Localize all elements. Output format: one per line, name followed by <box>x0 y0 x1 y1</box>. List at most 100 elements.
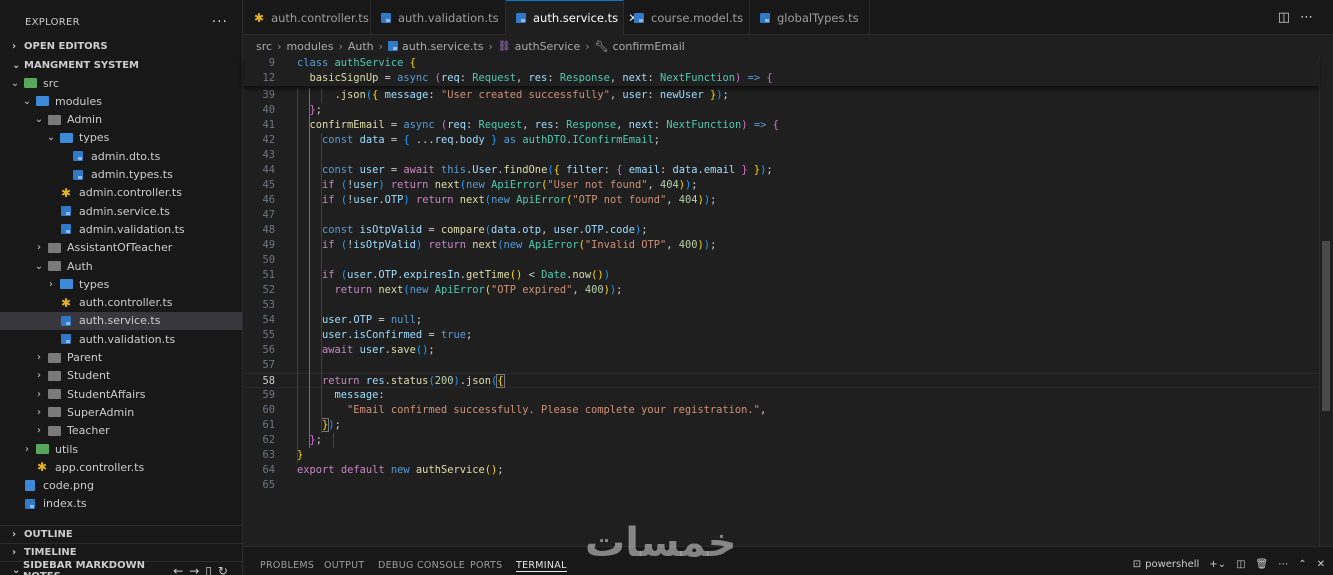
bottom-panel: PROBLEMS OUTPUT DEBUG CONSOLE PORTS TERM… <box>244 546 1333 575</box>
tab-terminal[interactable]: TERMINAL <box>516 560 567 572</box>
tree-item[interactable]: ✱ app.controller.ts <box>0 458 242 476</box>
tree-item[interactable]: admin.validation.ts <box>0 220 242 238</box>
tree-item[interactable]: ⌄ types <box>0 129 242 147</box>
code-line[interactable]: 39 .json({ message: "User created succes… <box>244 88 1319 103</box>
code-line[interactable]: 65 <box>244 478 1319 493</box>
code-line[interactable]: 47 <box>244 208 1319 223</box>
tree-item[interactable]: › Parent <box>0 349 242 367</box>
tab-debug-console[interactable]: DEBUG CONSOLE <box>378 560 465 571</box>
tab-ports[interactable]: PORTS <box>470 560 502 571</box>
tree-item[interactable]: ✱ admin.controller.ts <box>0 184 242 202</box>
code-line[interactable]: 50 <box>244 253 1319 268</box>
typescript-file-icon <box>516 13 526 23</box>
code-line[interactable]: 57 <box>244 358 1319 373</box>
code-line[interactable]: 42 const data = { ...req.body } as authD… <box>244 133 1319 148</box>
tree-item[interactable]: ⌄ src <box>0 74 242 92</box>
tree-item[interactable]: › SuperAdmin <box>0 403 242 421</box>
code-line[interactable]: 45 if (!user) return next(new ApiError("… <box>244 178 1319 193</box>
trash-icon[interactable]: 🗑︎ <box>1256 559 1269 570</box>
code-line[interactable]: 63} <box>244 448 1319 463</box>
breadcrumb-item[interactable]: Auth <box>348 40 374 53</box>
code-text: "Email confirmed successfully. Please co… <box>347 404 767 416</box>
more-actions-icon[interactable]: ⋯ <box>1300 10 1323 25</box>
tree-item[interactable]: ⌄ Admin <box>0 111 242 129</box>
split-editor-icon[interactable]: ◫ <box>1278 10 1300 25</box>
tab-auth-controller[interactable]: ✱ auth.controller.ts <box>244 0 371 35</box>
scrollbar-thumb[interactable] <box>1322 241 1330 411</box>
code-line[interactable]: 41 confirmEmail = async (req: Request, r… <box>244 118 1319 133</box>
watermark-text: خمسات <box>585 520 737 566</box>
project-section[interactable]: ⌄ MANGMENT SYSTEM <box>0 56 242 74</box>
code-line[interactable]: 61 }); <box>244 418 1319 433</box>
notes-toolbar-icons[interactable]: ←→▯↻ <box>173 564 234 575</box>
breadcrumb-item[interactable]: auth.service.ts <box>402 40 483 53</box>
code-line[interactable]: 54 user.OTP = null; <box>244 313 1319 328</box>
tree-item[interactable]: auth.validation.ts <box>0 330 242 348</box>
sticky-code-line[interactable]: 9 class authService { <box>244 56 1305 71</box>
chevron-up-icon[interactable]: ⌃ <box>1298 559 1306 570</box>
open-editors-section[interactable]: › OPEN EDITORS <box>0 37 242 55</box>
sticky-scroll-header[interactable]: 9 class authService {12 basicSignUp = asy… <box>244 56 1319 86</box>
breadcrumb-item[interactable]: modules <box>286 40 333 53</box>
add-terminal-icon[interactable]: +⌄ <box>1209 559 1226 570</box>
terminal-name[interactable]: powershell <box>1145 559 1199 570</box>
tab-course-model[interactable]: course.model.ts <box>624 0 750 35</box>
code-line[interactable]: 62 }; <box>244 433 1319 448</box>
tree-item[interactable]: › StudentAffairs <box>0 385 242 403</box>
code-line[interactable]: 49 if (!isOtpValid) return next(new ApiE… <box>244 238 1319 253</box>
code-line[interactable]: 64 export default new authService(); <box>244 463 1319 478</box>
tab-auth-service[interactable]: auth.service.ts ✕ <box>506 0 638 35</box>
code-line[interactable]: 46 if (!user.OTP) return next(new ApiErr… <box>244 193 1319 208</box>
code-line[interactable]: 40 }; <box>244 103 1319 118</box>
tab-global-types[interactable]: globalTypes.ts <box>750 0 870 35</box>
editor-actions[interactable]: ◫⋯ <box>1278 10 1323 25</box>
editor-scrollbar[interactable] <box>1319 56 1333 546</box>
code-line[interactable]: 56 await user.save(); <box>244 343 1319 358</box>
tree-item[interactable]: › utils <box>0 440 242 458</box>
tab-auth-validation[interactable]: auth.validation.ts <box>371 0 506 35</box>
code-line[interactable]: 59 message: <box>244 388 1319 403</box>
code-line[interactable]: 48 const isOtpValid = compare(data.otp, … <box>244 223 1319 238</box>
code-line[interactable]: 60 "Email confirmed successfully. Please… <box>244 403 1319 418</box>
tree-item[interactable]: › Teacher <box>0 422 242 440</box>
tree-item[interactable]: ⌄ modules <box>0 92 242 110</box>
code-line[interactable]: 52 return next(new ApiError("OTP expired… <box>244 283 1319 298</box>
tree-item[interactable]: index.ts <box>0 495 242 513</box>
tree-item[interactable]: auth.service.ts <box>0 311 242 330</box>
outline-section[interactable]: › OUTLINE <box>0 525 242 543</box>
tree-item[interactable]: admin.types.ts <box>0 166 242 184</box>
tree-item[interactable]: ✱ auth.controller.ts <box>0 294 242 312</box>
tree-item[interactable]: admin.service.ts <box>0 202 242 220</box>
tab-output[interactable]: OUTPUT <box>324 560 365 571</box>
code-line[interactable]: 53 <box>244 298 1319 313</box>
code-line[interactable]: 55 user.isConfirmed = true; <box>244 328 1319 343</box>
breadcrumb-item[interactable]: confirmEmail <box>613 40 685 53</box>
typescript-file-icon <box>388 41 399 51</box>
watermark-logo: خمسات <box>585 520 737 566</box>
line-number: 46 <box>262 194 275 206</box>
breadcrumb-item[interactable]: authService <box>515 40 581 53</box>
tree-item[interactable]: › Student <box>0 367 242 385</box>
tab-problems[interactable]: PROBLEMS <box>260 560 314 571</box>
markdown-notes-section[interactable]: ⌄ SIDEBAR MARKDOWN NOTES ←→▯↻ <box>0 560 242 575</box>
more-actions-icon[interactable]: ··· <box>212 14 228 30</box>
line-number: 9 <box>268 57 275 69</box>
code-line[interactable]: 51 if (user.OTP.expiresIn.getTime() < Da… <box>244 268 1319 283</box>
typescript-file-icon <box>381 12 391 23</box>
chevron-right-icon: › <box>37 406 41 418</box>
code-line[interactable]: 44 const user = await this.User.findOne(… <box>244 163 1319 178</box>
sticky-code-line[interactable]: 12 basicSignUp = async (req: Request, re… <box>244 71 1305 86</box>
tree-item[interactable]: ⌄ Auth <box>0 257 242 275</box>
breadcrumb-item[interactable]: src <box>256 40 272 53</box>
tree-item[interactable]: code.png <box>0 477 242 495</box>
code-editor[interactable]: 9 class authService {12 basicSignUp = asy… <box>244 56 1333 546</box>
tree-item[interactable]: › types <box>0 275 242 293</box>
close-icon[interactable]: ✕ <box>1317 559 1325 570</box>
code-line[interactable]: 43 <box>244 148 1319 163</box>
tree-item[interactable]: › AssistantOfTeacher <box>0 239 242 257</box>
split-terminal-icon[interactable]: ◫ <box>1236 559 1245 570</box>
timeline-section[interactable]: › TIMELINE <box>0 543 242 561</box>
tree-item[interactable]: admin.dto.ts <box>0 147 242 165</box>
code-line[interactable]: 58 return res.status(200).json({ <box>244 373 1319 388</box>
more-actions-icon[interactable]: ⋯ <box>1278 559 1288 570</box>
